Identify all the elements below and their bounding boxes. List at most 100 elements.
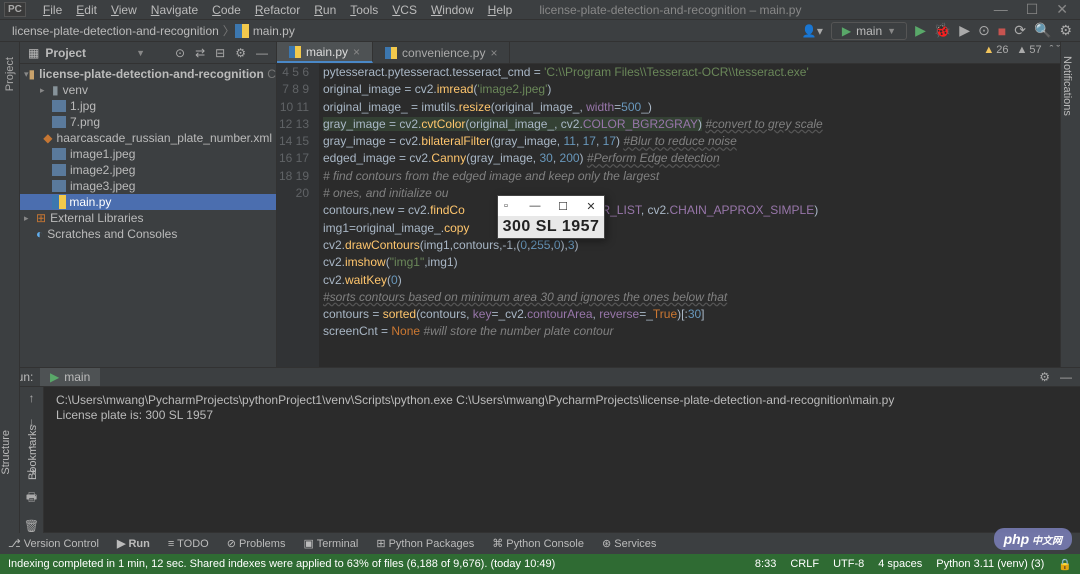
tree-file[interactable]: 1.jpg [20, 98, 276, 114]
image-file-icon [52, 148, 66, 160]
chevron-right-icon[interactable]: ▸ [40, 85, 52, 96]
project-tree[interactable]: ▾ ▮ license-plate-detection-and-recognit… [20, 64, 276, 244]
tree-file[interactable]: image1.jpeg [20, 146, 276, 162]
breadcrumb-file[interactable]: main.py [249, 24, 299, 38]
tree-item-label: 7.png [70, 115, 100, 129]
problems-tab[interactable]: ⊘ Problems [227, 537, 286, 550]
left-tool-stripe-lower: Structure Bookmarks [0, 367, 20, 532]
tree-item-label: Scratches and Consoles [47, 227, 177, 241]
project-dropdown-icon[interactable]: ▦ [28, 46, 39, 60]
tree-scratches[interactable]: ◐Scratches and Consoles [20, 226, 276, 242]
up-icon[interactable]: ↑ [29, 391, 35, 405]
hide-icon[interactable]: — [1060, 370, 1072, 384]
lock-icon[interactable]: 🔒 [1058, 558, 1072, 571]
tree-file[interactable]: ◆ haarcascade_russian_plate_number.xml [20, 130, 276, 146]
structure-tool-tab[interactable]: Structure [0, 430, 12, 475]
search-icon[interactable]: 🔍 [1034, 22, 1051, 39]
interpreter[interactable]: Python 3.11 (venv) (3) [936, 558, 1044, 571]
menu-tools[interactable]: Tools [343, 3, 385, 17]
maximize-icon[interactable]: ☐ [1026, 1, 1039, 18]
breadcrumb-project[interactable]: license-plate-detection-and-recognition [8, 24, 223, 38]
chevron-right-icon: 〉 [223, 22, 235, 39]
close-tab-icon[interactable]: × [490, 46, 497, 60]
license-plate-image: 300 SL 1957 [498, 216, 604, 238]
locate-icon[interactable]: ⊙ [175, 46, 185, 60]
menu-navigate[interactable]: Navigate [144, 3, 205, 17]
tree-file[interactable]: 7.png [20, 114, 276, 130]
console-tab[interactable]: ⌘ Python Console [492, 537, 584, 550]
editor-body[interactable]: 4 5 6 7 8 9 10 11 12 13 14 15 16 17 18 1… [277, 64, 1080, 367]
tree-external[interactable]: ▸⊞External Libraries [20, 210, 276, 226]
caret-position[interactable]: 8:33 [755, 558, 776, 571]
code-content[interactable]: pytesseract.pytesseract.tesseract_cmd = … [319, 64, 1066, 367]
close-icon[interactable]: ✕ [1056, 1, 1068, 18]
line-gutter[interactable]: 4 5 6 7 8 9 10 11 12 13 14 15 16 17 18 1… [277, 64, 319, 367]
close-tab-icon[interactable]: × [353, 45, 360, 59]
warning-count[interactable]: 26 [983, 44, 1008, 56]
file-encoding[interactable]: UTF-8 [833, 558, 864, 571]
maximize-icon[interactable]: ☐ [556, 199, 570, 213]
collapse-icon[interactable]: ⊟ [215, 46, 225, 60]
gear-icon[interactable]: ⚙ [1039, 370, 1050, 384]
tree-main-py[interactable]: main.py [20, 194, 276, 210]
menu-refactor[interactable]: Refactor [248, 3, 307, 17]
tree-venv[interactable]: ▸▮venv [20, 82, 276, 98]
editor-tab-main[interactable]: main.py × [277, 42, 373, 63]
run-process-tab[interactable]: ▶ main [40, 368, 100, 386]
expand-icon[interactable]: ⇄ [195, 46, 205, 60]
folder-icon: ▮ [52, 83, 59, 97]
minimize-icon[interactable]: — [528, 199, 542, 213]
indent-config[interactable]: 4 spaces [878, 558, 922, 571]
menu-file[interactable]: File [36, 3, 69, 17]
hide-icon[interactable]: — [256, 46, 268, 60]
settings-icon[interactable]: ⚙ [1059, 22, 1072, 39]
menu-run[interactable]: Run [307, 3, 343, 17]
print-icon[interactable]: 🖶 [26, 488, 37, 509]
chevron-right-icon[interactable]: ▸ [24, 213, 36, 224]
menu-vcs[interactable]: VCS [385, 3, 424, 17]
project-tool-tab[interactable]: Project [2, 52, 18, 96]
run-config-selector[interactable]: ▶ main ▼ [831, 22, 907, 40]
imshow-window[interactable]: ▫ — ☐ ✕ 300 SL 1957 [497, 195, 605, 239]
menu-edit[interactable]: Edit [69, 3, 104, 17]
vcs-tab[interactable]: ⎇ Version Control [8, 537, 99, 550]
editor-inspections[interactable]: 26 57 ˆ ˇ [983, 44, 1060, 56]
tree-root[interactable]: ▾ ▮ license-plate-detection-and-recognit… [20, 66, 276, 82]
output-line: License plate is: 300 SL 1957 [56, 408, 213, 422]
close-icon[interactable]: ✕ [584, 199, 598, 213]
menu-code[interactable]: Code [205, 3, 248, 17]
menu-view[interactable]: View [104, 3, 144, 17]
debug-button[interactable]: 🐞 [934, 22, 951, 39]
line-separator[interactable]: CRLF [790, 558, 819, 571]
tree-file[interactable]: image3.jpeg [20, 178, 276, 194]
notifications-tool-tab[interactable]: Notifications [1059, 52, 1075, 120]
xml-file-icon: ◆ [43, 131, 52, 145]
window-icon: ▫ [504, 200, 508, 212]
run-tab[interactable]: ▶ Run [117, 537, 150, 550]
git-update-icon[interactable]: ⟳ [1014, 22, 1026, 39]
chevron-down-icon[interactable]: ▼ [136, 48, 145, 58]
editor-tab-convenience[interactable]: convenience.py × [373, 42, 510, 63]
menu-help[interactable]: Help [481, 3, 520, 17]
bookmarks-tool-tab[interactable]: Bookmarks [27, 425, 39, 480]
run-button[interactable]: ▶ [915, 22, 926, 39]
tree-file[interactable]: image2.jpeg [20, 162, 276, 178]
tree-item-label: External Libraries [50, 211, 143, 225]
popup-titlebar[interactable]: ▫ — ☐ ✕ [498, 196, 604, 216]
stop-button[interactable]: ■ [998, 23, 1006, 39]
menu-window[interactable]: Window [424, 3, 481, 17]
weak-warning-count[interactable]: 57 [1016, 44, 1041, 56]
trash-icon[interactable]: 🗑 [24, 519, 39, 533]
minimize-icon[interactable]: — [994, 1, 1008, 18]
profile-button[interactable]: ⊙ [978, 22, 990, 39]
coverage-button[interactable]: ▶ [959, 22, 970, 39]
todo-tab[interactable]: ≡ TODO [168, 538, 209, 550]
scroll-up-icon[interactable]: ˆ ˇ [1050, 44, 1060, 56]
terminal-tab[interactable]: ▣ Terminal [303, 537, 358, 550]
tree-item-label: haarcascade_russian_plate_number.xml [57, 131, 272, 145]
gear-icon[interactable]: ⚙ [235, 46, 246, 60]
packages-tab[interactable]: ⊞ Python Packages [376, 537, 474, 550]
run-output[interactable]: C:\Users\mwang\PycharmProjects\pythonPro… [44, 387, 1080, 533]
services-tab[interactable]: ⊛ Services [602, 537, 656, 550]
user-icon[interactable]: 👤▾ [802, 24, 823, 38]
